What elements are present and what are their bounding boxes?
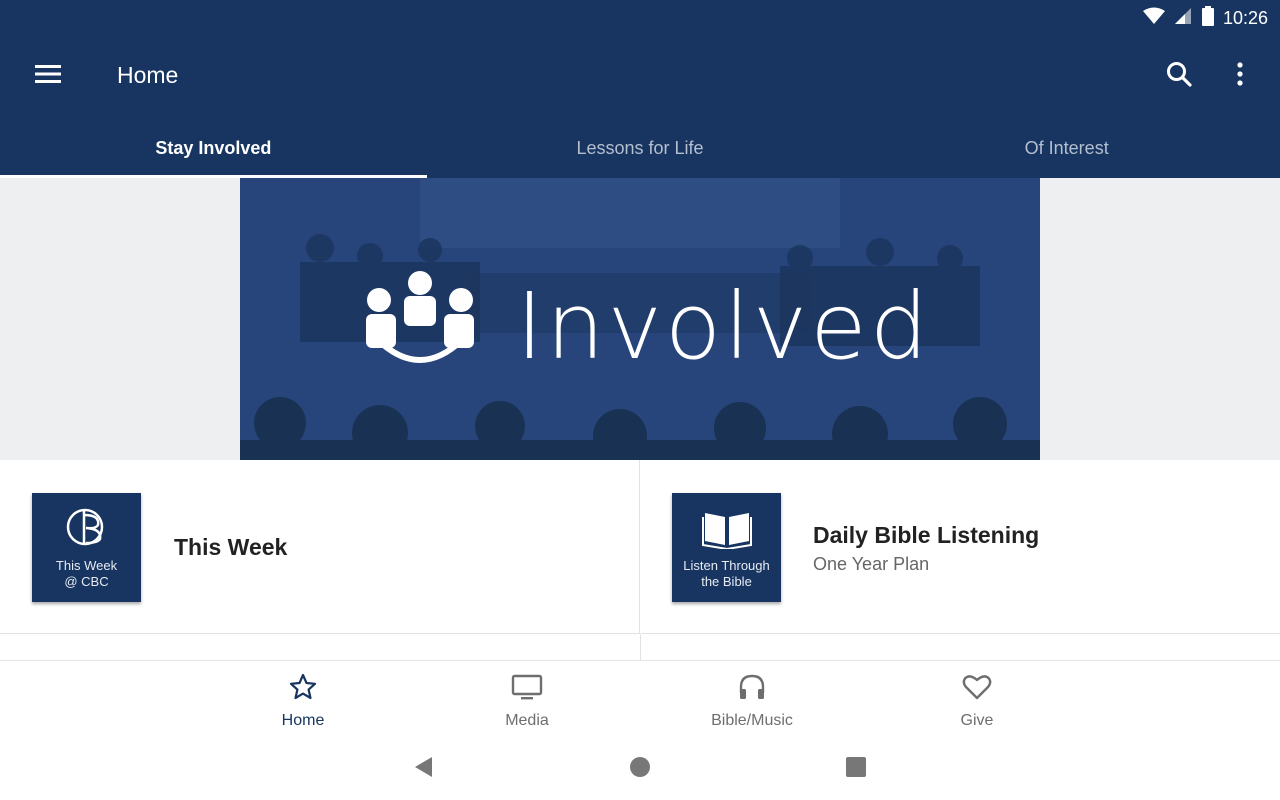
signal-icon [1173,7,1193,30]
home-button[interactable] [627,756,653,782]
nav-give[interactable]: Give [897,673,1057,733]
more-vertical-icon [1236,61,1244,91]
back-button[interactable] [410,756,436,782]
nav-give-label: Give [960,712,994,729]
content-list: This Week @ CBC This Week Listen Through… [0,460,1280,660]
card-title: This Week [174,534,288,560]
list-item-daily-bible-listening[interactable]: Listen Through the Bible Daily Bible Lis… [641,460,1280,634]
hamburger-menu-icon [35,64,61,89]
open-book-icon [701,507,753,553]
app-bar: Home [0,34,1280,118]
system-navigation-bar [0,738,1280,800]
tab-stay-involved[interactable]: Stay Involved [0,118,427,178]
recents-button[interactable] [843,756,869,782]
this-week-thumbnail: This Week @ CBC [32,493,141,602]
nav-home[interactable]: Home [223,673,383,733]
listen-through-bible-thumbnail: Listen Through the Bible [672,493,781,602]
tab-lessons-for-life[interactable]: Lessons for Life [427,118,854,178]
heart-icon [962,673,992,706]
home-circle-icon [629,756,651,783]
hero-title: Involved [516,273,932,380]
bottom-navigation: Home Media Bible/Music Give [0,660,1280,738]
tab-of-interest[interactable]: Of Interest [853,118,1280,178]
search-icon [1166,61,1192,92]
menu-button[interactable] [28,60,68,92]
status-icons: 10:26 [1142,6,1268,31]
people-group-icon [364,270,476,373]
card-subtitle: One Year Plan [813,554,930,574]
thumb-text-line-1: This Week [55,558,118,573]
back-triangle-icon [412,755,434,784]
thumb-text-line-2: the Bible [701,574,752,589]
wifi-icon [1142,7,1165,30]
thumb-text-line-2: @ CBC [64,574,109,589]
divider [640,634,641,660]
nav-media[interactable]: Media [447,673,607,733]
nav-bible-music[interactable]: Bible/Music [672,673,832,733]
thumb-text-line-1: Listen Through [683,558,770,573]
headphones-icon [738,673,766,706]
battery-icon [1201,6,1215,31]
hero-section: Involved [0,178,1280,460]
nav-media-label: Media [505,712,549,729]
nav-bible-music-label: Bible/Music [711,712,793,729]
status-time: 10:26 [1222,8,1268,28]
card-title: Daily Bible Listening [813,522,1040,548]
nav-home-label: Home [281,712,325,729]
list-item-this-week[interactable]: This Week @ CBC This Week [0,460,640,634]
star-icon [289,673,317,706]
recents-square-icon [846,756,866,782]
overflow-menu-button[interactable] [1222,58,1258,94]
tab-bar: Stay Involved Lessons for Life Of Intere… [0,118,1280,178]
cbc-logo-icon [62,507,112,553]
app-title: Home [117,62,179,88]
search-button[interactable] [1160,58,1198,94]
status-bar: 10:26 [0,0,1280,34]
tv-icon [511,673,543,706]
